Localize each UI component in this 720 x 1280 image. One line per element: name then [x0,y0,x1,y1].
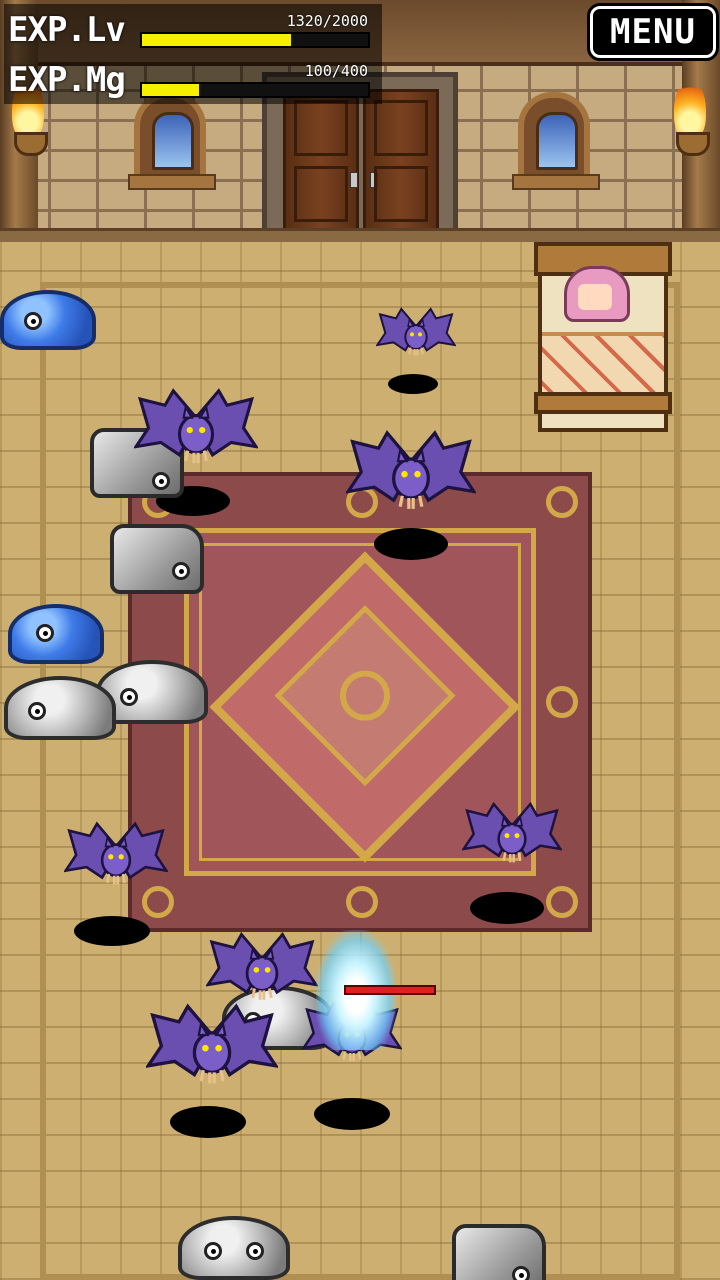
enemy-shadow [170,1106,246,1138]
gray-slime-enemy[interactable] [4,676,116,740]
exp-magic-label: EXP.Mg [8,60,126,100]
right-torch-icon [672,80,710,170]
bat-enemy[interactable] [134,386,258,470]
exp-level-label: EXP.Lv [8,10,126,50]
bat-enemy[interactable] [462,794,562,874]
exp-level-fill [142,34,292,46]
bat-enemy[interactable] [146,1002,278,1090]
gray-slime-enemy[interactable] [178,1216,290,1280]
bat-enemy[interactable] [346,428,476,516]
left-window [128,92,216,190]
enemy-shadow [314,1098,390,1130]
enemy-shadow [470,892,544,924]
exp-level-value: 1320/2000 [286,12,368,30]
enemy-shadow [74,916,150,946]
exp-magic-value: 100/400 [304,62,368,80]
exp-magic-fill [142,84,199,96]
blue-slime-enemy[interactable] [8,604,104,664]
bat-enemy[interactable] [376,306,456,360]
menu-button[interactable]: MENU [587,3,719,61]
bed [534,242,672,442]
enemy-shadow [388,374,438,394]
enemy-hp-bar [344,985,436,995]
blue-slime-enemy[interactable] [0,290,96,350]
rock-enemy[interactable] [110,524,204,594]
bat-enemy[interactable] [64,812,168,898]
exp-hud: EXP.Lv 1320/2000 EXP.Mg 100/400 [4,4,382,104]
right-window [512,92,600,190]
game-screen[interactable]: EXP.Lv 1320/2000 EXP.Mg 100/400 MENU [0,0,720,1280]
exp-magic-bar [140,82,370,98]
enemy-shadow [374,528,448,560]
rock-enemy[interactable] [452,1224,546,1280]
exp-level-bar [140,32,370,48]
